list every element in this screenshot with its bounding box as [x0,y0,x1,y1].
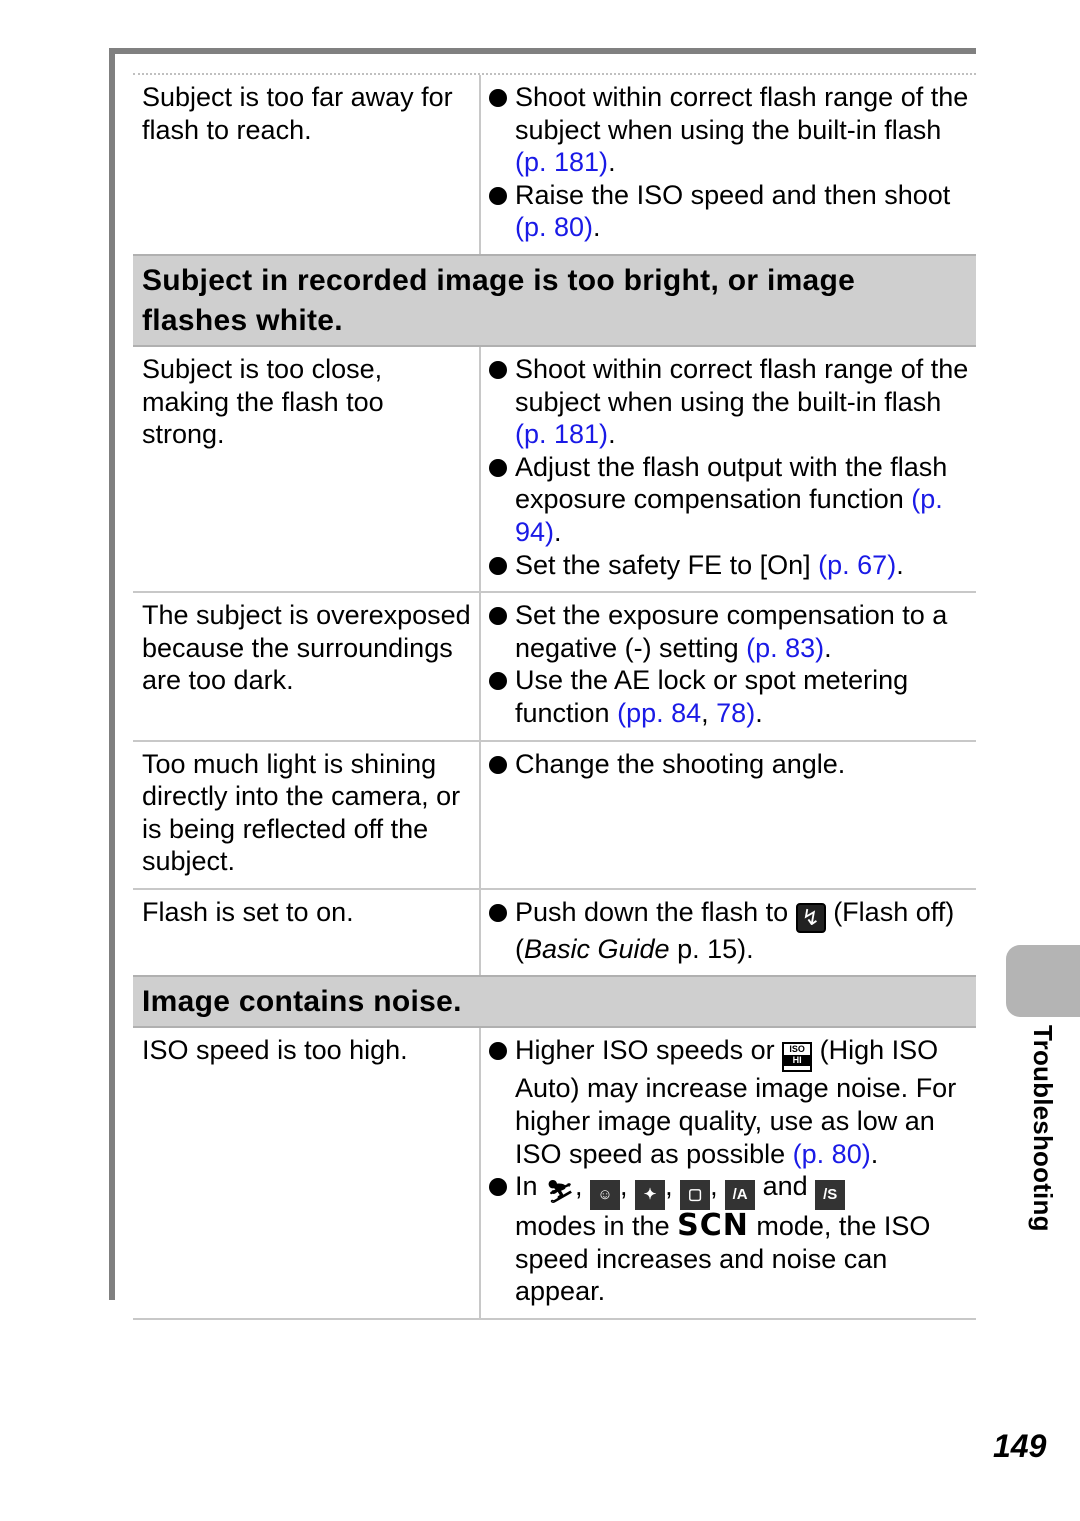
fixes-cell: Shoot within correct flash range of the … [481,347,976,591]
table-row: Flash is set to on. Push down the flash … [133,887,976,976]
page-link[interactable]: (p. 181) [515,147,608,177]
fix-item: Adjust the flash output with the flash e… [489,451,970,549]
page-link[interactable]: (p. 181) [515,419,608,449]
page-frame-left [109,48,115,1300]
flash-off-icon: ↯ [795,902,826,933]
cause-cell: ISO speed is too high. [133,1028,481,1319]
page-link[interactable]: 78) [716,698,755,728]
bullet-icon [489,556,507,575]
fix-item: Change the shooting angle. [489,748,970,781]
table-end-divider [133,1318,976,1321]
bullet-icon [489,755,507,774]
bullet-icon [489,89,507,107]
bullet-icon [489,1042,507,1061]
bullet-icon [489,903,507,922]
page-frame-top [109,48,976,54]
fixes-cell: Push down the flash to ↯ (Flash off) (Ba… [481,890,976,976]
table-row: Subject is too far away for flash to rea… [133,73,976,254]
fix-item: Set the exposure compensation to a negat… [489,599,970,664]
table-row: Subject is too close, making the flash t… [133,346,976,592]
color-swap-mode-icon: /S [815,1180,846,1211]
fix-item: In ⛷, ☺, ✦, ▢, /A and /S modes in the SC… [489,1170,970,1308]
fix-item: Push down the flash to ↯ (Flash off) (Ba… [489,896,970,966]
fix-item: Shoot within correct flash range of the … [489,81,970,179]
section-heading-noise: Image contains noise. [133,975,976,1029]
bullet-icon [489,1178,507,1197]
fix-item: Use the AE lock or spot metering functio… [489,664,970,729]
bullet-icon [489,607,507,626]
page-link[interactable]: (p. 80) [793,1139,871,1169]
page-link[interactable]: (p. 83) [746,633,824,663]
bullet-icon [489,360,507,379]
scn-mode-icon: SCN [677,1208,749,1244]
page-number: 149 [993,1428,1047,1464]
cause-cell: Subject is too far away for flash to rea… [133,75,481,254]
table-row: Too much light is shining directly into … [133,739,976,888]
fix-item: Raise the ISO speed and then shoot (p. 8… [489,179,970,244]
fix-item: Shoot within correct flash range of the … [489,353,970,451]
fixes-cell: Set the exposure compensation to a negat… [481,593,976,739]
cause-cell: The subject is overexposed because the s… [133,593,481,740]
sports-mode-icon: ⛷ [545,1177,576,1208]
night-snapshot-mode-icon: ☺ [590,1180,621,1211]
section-heading-too-bright: Subject in recorded image is too bright,… [133,253,976,347]
party-indoor-mode-icon: ✦ [635,1180,666,1211]
page-link[interactable]: (p. 67) [818,550,896,580]
cause-cell: Flash is set to on. [133,889,481,976]
fixes-cell: Shoot within correct flash range of the … [481,75,976,254]
fixes-cell: Change the shooting angle. [481,742,976,888]
aquarium-mode-icon: ▢ [680,1180,711,1211]
page-link[interactable]: (pp. 84 [617,698,701,728]
chapter-tab-label: Troubleshooting [1028,1025,1058,1232]
table-row: The subject is overexposed because the s… [133,591,976,740]
bullet-icon [489,672,507,691]
color-accent-mode-icon: /A [725,1180,756,1211]
cause-cell: Subject is too close, making the flash t… [133,346,481,592]
fix-item: Higher ISO speeds or ISO HI (High ISO Aut… [489,1034,970,1170]
troubleshooting-table: Subject is too far away for flash to rea… [133,73,976,1321]
bullet-icon [489,186,507,205]
fix-item: Set the safety FE to [On] (p. 67). [489,549,970,582]
iso-hi-icon: ISO HI [782,1042,813,1073]
chapter-tab [1006,945,1080,1017]
page-link[interactable]: (p. 80) [515,212,593,242]
table-row: ISO speed is too high. Higher ISO speeds… [133,1028,976,1319]
bullet-icon [489,458,507,477]
cause-cell: Too much light is shining directly into … [133,741,481,888]
fixes-cell: Higher ISO speeds or ISO HI (High ISO Aut… [481,1028,976,1318]
